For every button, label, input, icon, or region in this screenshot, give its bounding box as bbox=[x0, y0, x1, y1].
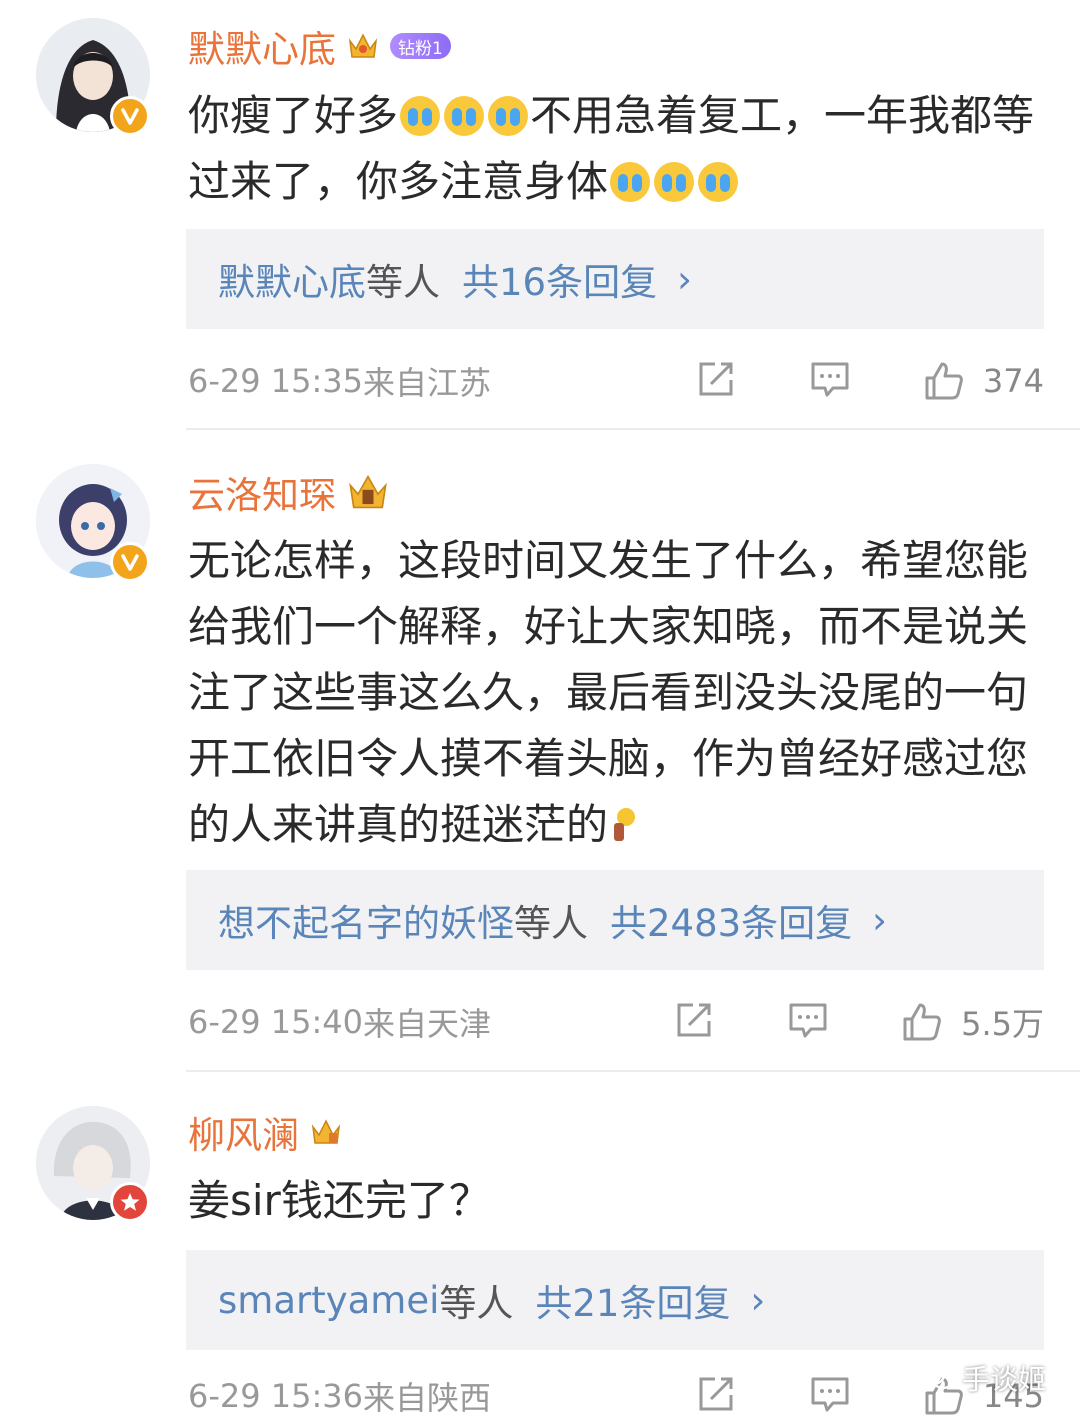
share-button[interactable] bbox=[673, 999, 715, 1045]
replies-box[interactable]: 默默心底 等人 共16条回复 › bbox=[186, 229, 1044, 329]
share-icon bbox=[699, 362, 733, 396]
chevron-right-icon: › bbox=[750, 1278, 766, 1322]
divider bbox=[186, 1070, 1080, 1072]
share-button[interactable] bbox=[695, 1373, 737, 1419]
reply-mid: 等人 bbox=[439, 1282, 514, 1325]
like-count: 374 bbox=[982, 362, 1044, 400]
comment-text-part: 无论怎样，这段时间又发生了什么，希望您能给我们一个解释，好让大家知晓，而不是说关… bbox=[188, 536, 1029, 849]
username[interactable]: 默默心底 bbox=[188, 19, 336, 73]
comment-location: 来自江苏 bbox=[363, 364, 492, 402]
comment-time: 6-29 15:36 bbox=[188, 1377, 364, 1415]
bulb-emoji-icon bbox=[614, 808, 636, 841]
comment-text: 姜sir钱还完了？ bbox=[188, 1168, 1048, 1234]
share-button[interactable] bbox=[695, 358, 737, 404]
comment-text-part: 你瘦了好多 bbox=[188, 91, 399, 140]
vip-level-tag: 钻粉1 bbox=[390, 33, 451, 59]
comment-button[interactable] bbox=[787, 999, 829, 1045]
comment-icon bbox=[789, 1003, 827, 1038]
reply-user[interactable]: 默默心底 bbox=[218, 252, 366, 306]
like-count: 5.5万 bbox=[961, 1005, 1044, 1043]
replies-box[interactable]: 想不起名字的妖怪 等人 共2483条回复 › bbox=[186, 870, 1044, 970]
comment-time: 6-29 15:35 bbox=[188, 362, 364, 400]
watermark: 手谈姬 bbox=[920, 1358, 1046, 1398]
like-button[interactable]: 5.5万 bbox=[901, 999, 1044, 1045]
username[interactable]: 柳风澜 bbox=[188, 1105, 299, 1159]
star-badge bbox=[110, 1182, 150, 1222]
share-icon bbox=[699, 1377, 733, 1411]
chevron-right-icon: › bbox=[872, 898, 887, 942]
comment-button[interactable] bbox=[809, 1373, 851, 1419]
v-badge-icon bbox=[121, 108, 139, 125]
comment-icon bbox=[811, 362, 849, 397]
crying-emoji-icon bbox=[488, 96, 529, 136]
share-icon bbox=[677, 1003, 711, 1037]
verified-badge bbox=[110, 96, 150, 136]
reply-mid: 等人 bbox=[514, 902, 588, 945]
like-button[interactable]: 374 bbox=[923, 360, 1044, 402]
reply-mid: 等人 bbox=[366, 261, 440, 304]
reply-count[interactable]: 共21条回复 bbox=[535, 1273, 730, 1327]
reply-count[interactable]: 共16条回复 bbox=[462, 252, 657, 306]
crown-icon bbox=[348, 33, 378, 58]
like-icon bbox=[903, 1003, 941, 1041]
comment-location: 来自天津 bbox=[363, 1005, 492, 1043]
comment-text-part: 姜sir钱还完了？ bbox=[188, 1176, 491, 1225]
username[interactable]: 云洛知琛 bbox=[188, 465, 336, 519]
crown-icon bbox=[311, 1119, 341, 1144]
comment-location: 来自陕西 bbox=[363, 1379, 492, 1417]
crying-emoji-icon bbox=[400, 96, 441, 136]
verified-badge bbox=[110, 542, 150, 582]
chevron-right-icon: › bbox=[677, 257, 692, 301]
crying-emoji-icon bbox=[698, 162, 739, 202]
reply-count[interactable]: 共2483条回复 bbox=[610, 893, 852, 947]
star-badge-icon bbox=[120, 1193, 140, 1211]
crying-emoji-icon bbox=[444, 96, 485, 136]
v-badge-icon bbox=[121, 554, 139, 571]
comment-time: 6-29 15:40 bbox=[188, 1003, 364, 1041]
crying-emoji-icon bbox=[654, 162, 695, 202]
crying-emoji-icon bbox=[610, 162, 651, 202]
comment-button[interactable] bbox=[809, 358, 851, 404]
reply-user[interactable]: smartyamei bbox=[218, 1279, 439, 1322]
reply-user[interactable]: 想不起名字的妖怪 bbox=[218, 893, 514, 947]
like-icon bbox=[925, 362, 963, 400]
comment-icon bbox=[811, 1377, 849, 1412]
comment-text: 你瘦了好多 不用急着复工，一年我都等过来了，你多注意身体 bbox=[188, 83, 1048, 215]
wechat-icon bbox=[920, 1364, 954, 1390]
replies-box[interactable]: smartyamei 等人 共21条回复 › bbox=[186, 1250, 1044, 1350]
divider bbox=[186, 428, 1080, 430]
crown-icon bbox=[349, 474, 387, 509]
watermark-text: 手谈姬 bbox=[962, 1363, 1047, 1396]
comment-text: 无论怎样，这段时间又发生了什么，希望您能给我们一个解释，好让大家知晓，而不是说关… bbox=[188, 528, 1048, 858]
